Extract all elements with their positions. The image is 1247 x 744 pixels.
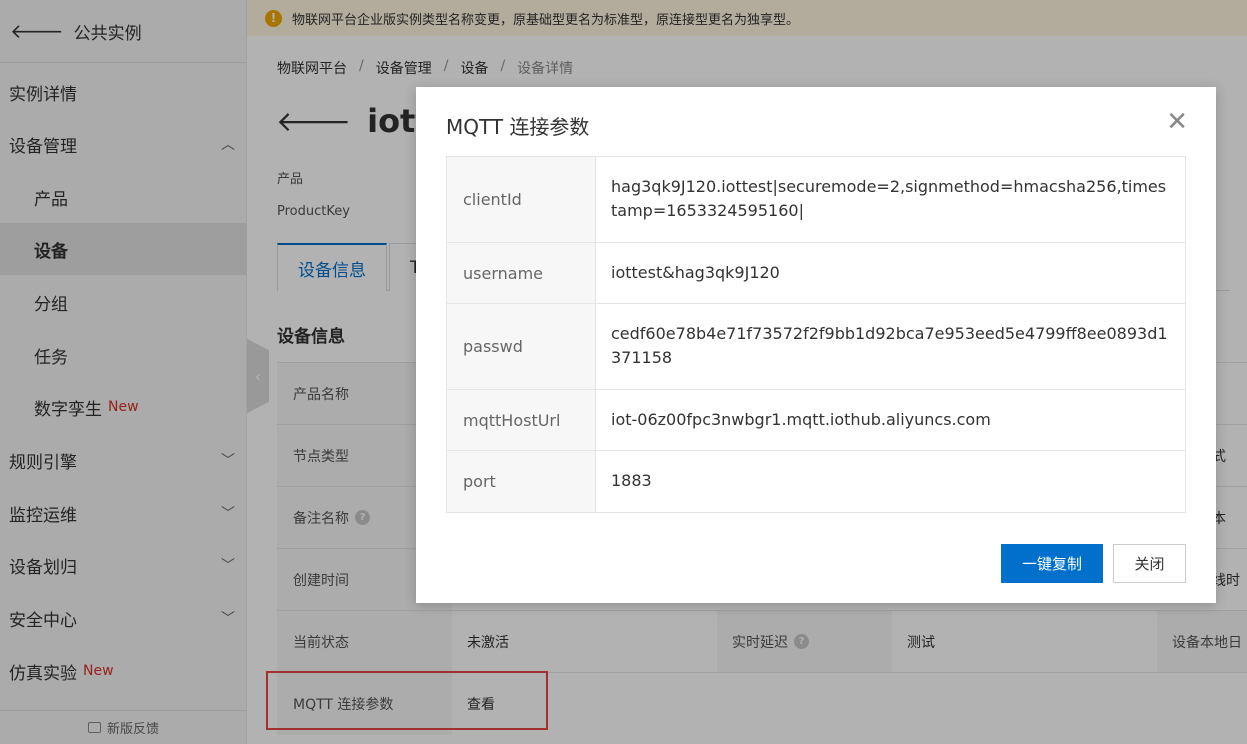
client-id-value[interactable]: hag3qk9J120.iottest|securemode=2,signmet… — [596, 157, 1185, 242]
param-row: clientId hag3qk9J120.iottest|securemode=… — [447, 157, 1185, 243]
port-value[interactable]: 1883 — [596, 451, 1185, 512]
username-value[interactable]: iottest&hag3qk9J120 — [596, 243, 1185, 303]
copy-all-button[interactable]: 一键复制 — [1001, 544, 1103, 583]
passwd-value[interactable]: cedf60e78b4e71f73572f2f9bb1d92bca7e953ee… — [596, 304, 1185, 389]
dialog-title: MQTT 连接参数 — [446, 115, 590, 139]
param-row: passwd cedf60e78b4e71f73572f2f9bb1d92bca… — [447, 304, 1185, 390]
param-row: port 1883 — [447, 451, 1185, 512]
param-row: mqttHostUrl iot-06z00fpc3nwbgr1.mqtt.iot… — [447, 390, 1185, 451]
close-icon[interactable]: ✕ — [1166, 109, 1188, 135]
params-table: clientId hag3qk9J120.iottest|securemode=… — [446, 156, 1186, 513]
mqtt-params-dialog: MQTT 连接参数 ✕ clientId hag3qk9J120.iottest… — [416, 87, 1216, 603]
mqtt-host-url-value[interactable]: iot-06z00fpc3nwbgr1.mqtt.iothub.aliyuncs… — [596, 390, 1185, 450]
param-row: username iottest&hag3qk9J120 — [447, 243, 1185, 304]
close-button[interactable]: 关闭 — [1113, 544, 1186, 583]
